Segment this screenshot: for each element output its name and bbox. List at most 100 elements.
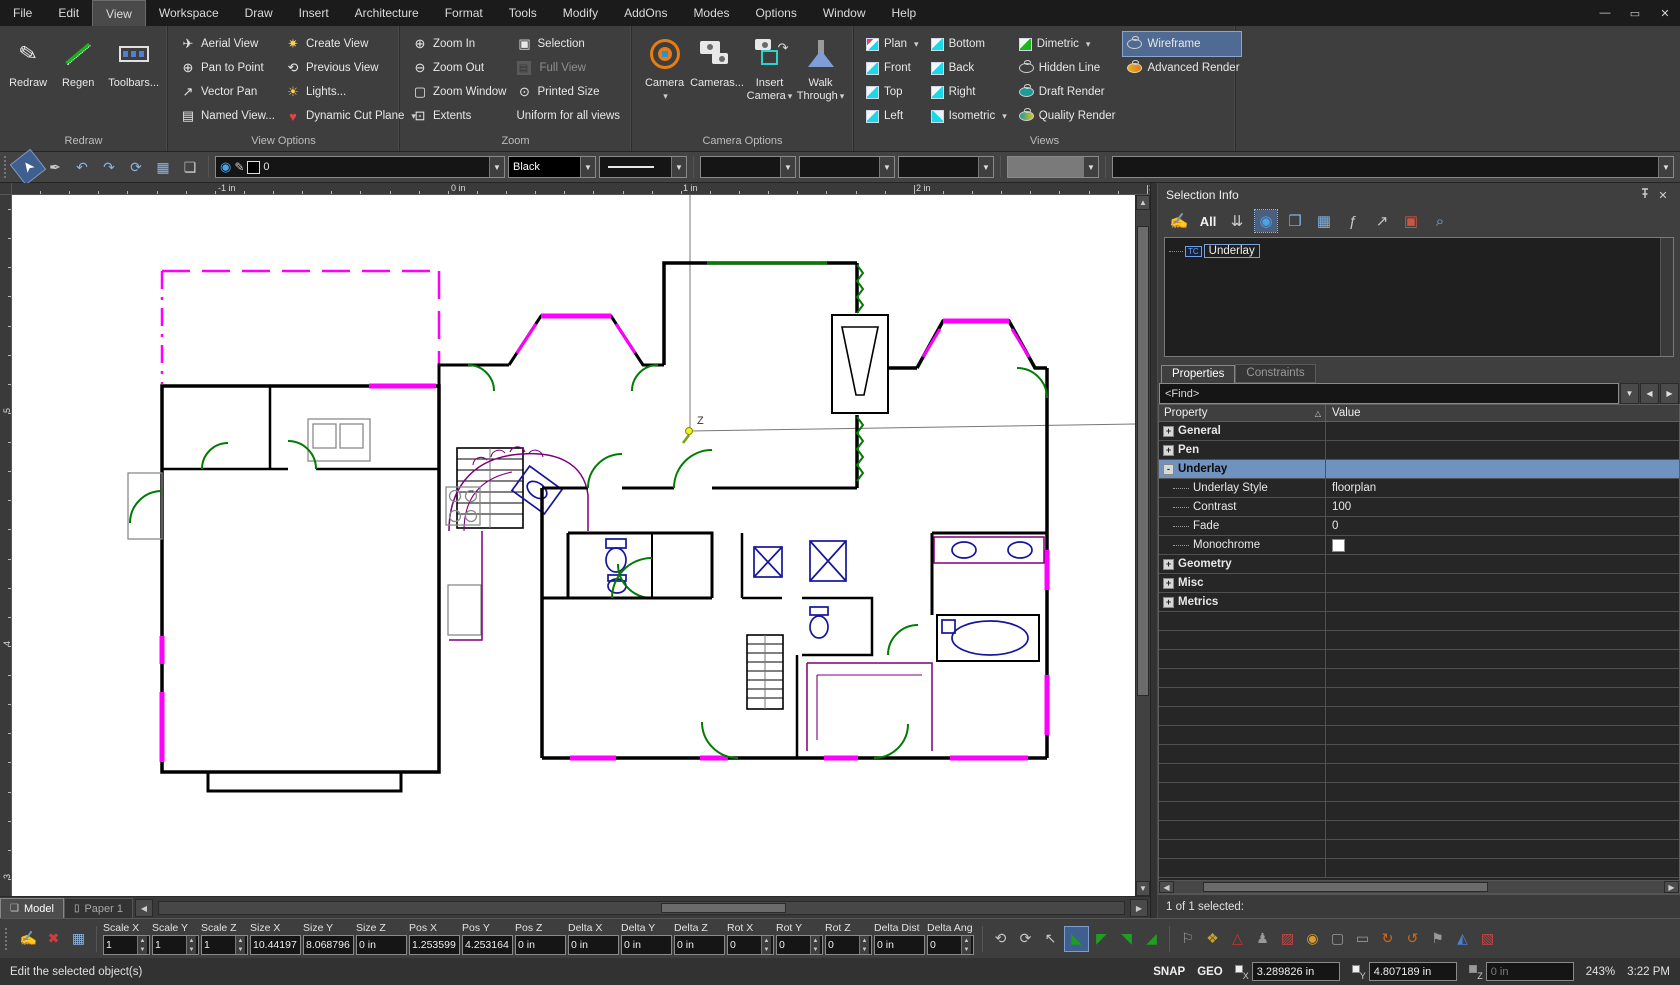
no-clip-icon[interactable]: ▨ [1276, 927, 1299, 951]
value-underlay-style[interactable]: floorplan [1326, 479, 1679, 497]
cancel-selection-icon[interactable]: ✖ [42, 927, 65, 951]
tab-scroll-left-icon[interactable]: ◀ [135, 899, 153, 917]
menu-insert[interactable]: Insert [286, 0, 342, 26]
aperture-icon[interactable]: ◉ [1301, 927, 1324, 951]
delta-y-field[interactable]: 0 in [621, 935, 672, 955]
orbit-view-icon[interactable]: ⟳ [1014, 927, 1037, 951]
scale-y-field[interactable]: 1▲▼ [152, 935, 199, 955]
selection-info-grid-icon[interactable]: ▦ [67, 927, 90, 951]
scale-z-field[interactable]: 1▲▼ [201, 935, 248, 955]
menu-modify[interactable]: Modify [550, 0, 611, 26]
pen-layer-combo[interactable]: ◉ ✎ 0 ▼ [215, 156, 505, 178]
pos-x-field[interactable]: 1.253599 [409, 935, 460, 955]
plane-icon[interactable]: ▭ [1351, 927, 1374, 951]
redo-all-ic on[interactable]: ⟳ [124, 155, 148, 179]
geo-toggle[interactable]: GEO [1197, 966, 1223, 978]
rot-x-field[interactable]: 0▲▼ [727, 935, 774, 955]
report-icon[interactable]: ✍ [1168, 210, 1190, 232]
find-dropdown-icon[interactable]: ▼ [1620, 383, 1639, 404]
rotate-ccw-icon[interactable]: ↺ [1401, 927, 1424, 951]
value-underlay[interactable] [1326, 460, 1679, 478]
named-view-item[interactable]: ▤Named View... [176, 104, 279, 128]
rot-z-field[interactable]: 0▲▼ [825, 935, 872, 955]
zoom-in-item[interactable]: ⊕Zoom In [408, 32, 511, 56]
walk-through-button[interactable]: Walk Through▾ [796, 32, 845, 102]
horizontal-scroll-thumb[interactable] [661, 903, 786, 913]
panel-splitter[interactable] [1150, 183, 1158, 918]
copy-icon[interactable]: ❐ [1284, 210, 1306, 232]
combo-dropdown-icon[interactable]: ▼ [580, 157, 595, 177]
grid-scroll-right-icon[interactable]: ▶ [1664, 881, 1679, 893]
value-general[interactable] [1326, 422, 1679, 440]
view-top-item[interactable]: Top [862, 80, 923, 104]
undo-icon[interactable]: ↶ [70, 155, 94, 179]
menu-edit[interactable]: Edit [45, 0, 92, 26]
selection-info-toggle-icon[interactable]: ▦ [151, 155, 175, 179]
cameras-button[interactable]: Cameras... [691, 32, 743, 90]
grid-scroll-left-icon[interactable]: ◀ [1159, 881, 1174, 893]
menu-format[interactable]: Format [432, 0, 496, 26]
formula-icon[interactable]: ƒ [1342, 210, 1364, 232]
uniform-all-views-item[interactable]: Uniform for all views [513, 104, 625, 128]
pan-to-point-item[interactable]: ⊕Pan to Point [176, 56, 279, 80]
value-geometry[interactable] [1326, 555, 1679, 573]
z-coordinate-field[interactable]: 0 in [1486, 962, 1574, 981]
value-metrics[interactable] [1326, 593, 1679, 611]
view-left-item[interactable]: Left [862, 104, 923, 128]
pos-y-field[interactable]: 4.253164 [462, 935, 513, 955]
select-mode-window-icon[interactable]: ◣ [1065, 927, 1088, 951]
grid-scroll-thumb[interactable] [1203, 882, 1487, 892]
line-style-combo[interactable]: ▼ [599, 156, 687, 178]
scroll-up-icon[interactable]: ▲ [1136, 195, 1150, 210]
edit-handles-icon[interactable]: ✍ [17, 927, 40, 951]
close-button[interactable]: ✕ [1650, 0, 1680, 26]
size-y-field[interactable]: 8.068796 [303, 935, 354, 955]
combo-dropdown-icon[interactable]: ▼ [489, 157, 504, 177]
table-icon[interactable]: ▦ [1313, 210, 1335, 232]
frame-icon[interactable]: ▢ [1326, 927, 1349, 951]
scale-x-field[interactable]: 1▲▼ [103, 935, 150, 955]
menu-workspace[interactable]: Workspace [146, 0, 232, 26]
deselect-tool-icon[interactable]: ⚐ [1176, 927, 1199, 951]
menu-window[interactable]: Window [810, 0, 879, 26]
rot-y-field[interactable]: 0▲▼ [776, 935, 823, 955]
menu-draw[interactable]: Draw [232, 0, 286, 26]
tab-properties[interactable]: Properties [1161, 365, 1235, 383]
scroll-down-icon[interactable]: ▼ [1136, 881, 1150, 896]
scale-y-spinner[interactable]: ▲▼ [186, 936, 196, 954]
delta-z-field[interactable]: 0 in [674, 935, 725, 955]
category-row-underlay[interactable]: -Underlay [1159, 460, 1679, 479]
hidden-line-item[interactable]: Hidden Line [1015, 56, 1120, 80]
zoom-out-item[interactable]: ⊖Zoom Out [408, 56, 511, 80]
monochrome-checkbox[interactable] [1332, 539, 1345, 552]
drawing-canvas[interactable]: Z [12, 195, 1135, 896]
expander-icon[interactable]: + [1163, 426, 1174, 437]
category-row-metrics[interactable]: +Metrics [1159, 593, 1679, 612]
find-prev-icon[interactable]: ◀ [1640, 383, 1659, 404]
canvas-horizontal-scrollbar[interactable] [158, 901, 1125, 915]
filter-icon[interactable]: ⇊ [1226, 210, 1248, 232]
category-row-misc[interactable]: +Misc [1159, 574, 1679, 593]
menu-modes[interactable]: Modes [680, 0, 742, 26]
rot-z-spinner[interactable]: ▲▼ [859, 936, 869, 954]
property-column-header[interactable]: Property△ [1159, 405, 1326, 421]
visibility-icon[interactable]: ◉ [1255, 210, 1277, 232]
size-x-field[interactable]: 10.44197 [250, 935, 301, 955]
close-panel-icon[interactable]: ✕ [1654, 189, 1672, 202]
printed-size-item[interactable]: ⊙Printed Size [513, 80, 625, 104]
tab-paper-1[interactable]: ▯ Paper 1 [64, 898, 133, 918]
grid-horizontal-scrollbar[interactable]: ◀ ▶ [1158, 880, 1680, 894]
expander-icon[interactable]: + [1163, 597, 1174, 608]
size-z-field[interactable]: 0 in [356, 935, 407, 955]
line-width-combo[interactable]: ▼ [700, 156, 796, 178]
scale-z-spinner[interactable]: ▲▼ [235, 936, 245, 954]
tree-scrollbar[interactable] [1660, 238, 1673, 356]
category-row-geometry[interactable]: +Geometry [1159, 555, 1679, 574]
zoom-window-item[interactable]: ▢Zoom Window [408, 80, 511, 104]
rot-y-spinner[interactable]: ▲▼ [810, 936, 820, 954]
delta-ang-spinner[interactable]: ▲▼ [961, 936, 971, 954]
redo-icon[interactable]: ↷ [97, 155, 121, 179]
menu-view[interactable]: View [92, 0, 146, 26]
select-mode-polygon-icon[interactable]: ◥ [1115, 927, 1138, 951]
delta-x-field[interactable]: 0 in [568, 935, 619, 955]
